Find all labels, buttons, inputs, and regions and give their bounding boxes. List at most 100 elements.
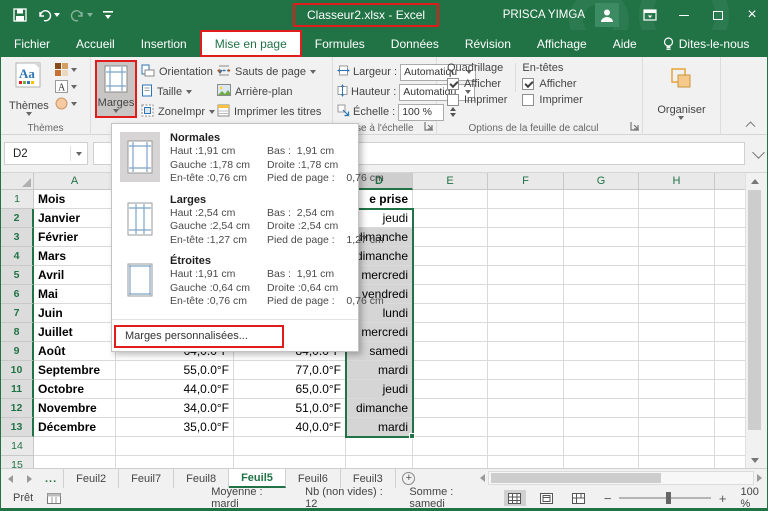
cell-E4[interactable]: [413, 247, 488, 266]
ribbon-tab-insertion[interactable]: Insertion: [128, 30, 200, 57]
cell-x15[interactable]: [715, 456, 746, 468]
cell-E5[interactable]: [413, 266, 488, 285]
cell-E10[interactable]: [413, 361, 488, 380]
column-header-A[interactable]: A: [34, 173, 116, 190]
checkbox-icon[interactable]: [522, 94, 535, 106]
cell-A15[interactable]: [34, 456, 116, 468]
vertical-scrollbar[interactable]: [745, 173, 762, 468]
cell-x3[interactable]: [715, 228, 746, 247]
arrange-button[interactable]: Organiser: [653, 63, 709, 123]
cell-F1[interactable]: [488, 190, 564, 209]
cell-B11[interactable]: 44,0.0°F: [116, 380, 234, 399]
cell-H4[interactable]: [639, 247, 715, 266]
cell-F9[interactable]: [488, 342, 564, 361]
row-header-2[interactable]: 2: [1, 209, 34, 228]
row-header-4[interactable]: 4: [1, 247, 34, 266]
cell-A4[interactable]: Mars: [34, 247, 116, 266]
cell-E3[interactable]: [413, 228, 488, 247]
hscroll-right-icon[interactable]: [754, 474, 765, 482]
cell-H2[interactable]: [639, 209, 715, 228]
cell-A2[interactable]: Janvier: [34, 209, 116, 228]
sheet-nav-left-icon[interactable]: [1, 469, 20, 488]
column-header-partial[interactable]: [715, 173, 746, 190]
cell-A1[interactable]: Mois: [34, 190, 116, 209]
column-header-E[interactable]: E: [413, 173, 488, 190]
row-header-15[interactable]: 15: [1, 456, 34, 468]
cell-E1[interactable]: [413, 190, 488, 209]
margins-button[interactable]: Marges: [95, 60, 137, 118]
cell-B15[interactable]: [116, 456, 234, 468]
undo-dropdown-caret[interactable]: [54, 13, 60, 17]
cell-D14[interactable]: [346, 437, 413, 456]
imprimer-les-titres-button[interactable]: Imprimer les titres: [217, 103, 327, 120]
cell-A12[interactable]: Novembre: [34, 399, 116, 418]
cell-F7[interactable]: [488, 304, 564, 323]
ribbon-tab-formules[interactable]: Formules: [302, 30, 378, 57]
en-t-tes-afficher-option[interactable]: Afficher: [522, 78, 582, 90]
cell-H9[interactable]: [639, 342, 715, 361]
orientation-button[interactable]: Orientation: [141, 63, 223, 80]
row-header-6[interactable]: 6: [1, 285, 34, 304]
cell-G14[interactable]: [564, 437, 639, 456]
cell-E13[interactable]: [413, 418, 488, 437]
cell-G5[interactable]: [564, 266, 639, 285]
cell-C11[interactable]: 65,0.0°F: [234, 380, 346, 399]
cell-G12[interactable]: [564, 399, 639, 418]
cell-H3[interactable]: [639, 228, 715, 247]
zoneimpr-button[interactable]: ZoneImpr: [141, 103, 216, 120]
row-header-12[interactable]: 12: [1, 399, 34, 418]
cell-F6[interactable]: [488, 285, 564, 304]
row-header-3[interactable]: 3: [1, 228, 34, 247]
cell-B14[interactable]: [116, 437, 234, 456]
cell-x1[interactable]: [715, 190, 746, 209]
cell-x8[interactable]: [715, 323, 746, 342]
close-button[interactable]: ×: [735, 0, 767, 30]
normal-view-icon[interactable]: [503, 490, 526, 506]
cell-A8[interactable]: Juillet: [34, 323, 116, 342]
zoom-in-button[interactable]: +: [719, 491, 727, 506]
cell-D15[interactable]: [346, 456, 413, 468]
cell-H1[interactable]: [639, 190, 715, 209]
cell-x5[interactable]: [715, 266, 746, 285]
cell-E14[interactable]: [413, 437, 488, 456]
select-all-button[interactable]: [1, 173, 34, 190]
row-header-9[interactable]: 9: [1, 342, 34, 361]
checkbox-icon[interactable]: [447, 94, 459, 106]
row-header-14[interactable]: 14: [1, 437, 34, 456]
cell-H6[interactable]: [639, 285, 715, 304]
cell-A5[interactable]: Avril: [34, 266, 116, 285]
cell-F4[interactable]: [488, 247, 564, 266]
cell-A14[interactable]: [34, 437, 116, 456]
checkbox-icon[interactable]: [447, 78, 459, 90]
cell-C13[interactable]: 40,0.0°F: [234, 418, 346, 437]
customize-qat-icon[interactable]: [99, 6, 117, 24]
cell-B10[interactable]: 55,0.0°F: [116, 361, 234, 380]
cell-G10[interactable]: [564, 361, 639, 380]
cell-G9[interactable]: [564, 342, 639, 361]
sheet-tab-feuil2[interactable]: Feuil2: [63, 469, 120, 488]
horizontal-scrollbar[interactable]: [477, 470, 765, 486]
cell-E9[interactable]: [413, 342, 488, 361]
page-layout-view-icon[interactable]: [536, 490, 558, 506]
row-header-5[interactable]: 5: [1, 266, 34, 285]
cell-A10[interactable]: Septembre: [34, 361, 116, 380]
user-avatar-icon[interactable]: [595, 3, 619, 27]
arri-re-plan-button[interactable]: Arrière-plan: [217, 83, 327, 100]
undo-icon[interactable]: [33, 6, 64, 25]
checkbox-icon[interactable]: [522, 78, 535, 90]
horizontal-scroll-thumb[interactable]: [491, 473, 661, 483]
minimize-button[interactable]: [667, 0, 701, 30]
cell-x10[interactable]: [715, 361, 746, 380]
cell-F15[interactable]: [488, 456, 564, 468]
row-header-8[interactable]: 8: [1, 323, 34, 342]
cell-H10[interactable]: [639, 361, 715, 380]
cell-A13[interactable]: Décembre: [34, 418, 116, 437]
hscroll-left-icon[interactable]: [477, 474, 488, 482]
cell-x11[interactable]: [715, 380, 746, 399]
sheet-tab-feuil7[interactable]: Feuil7: [119, 469, 175, 488]
cell-H13[interactable]: [639, 418, 715, 437]
cell-F2[interactable]: [488, 209, 564, 228]
cell-E8[interactable]: [413, 323, 488, 342]
quadrillage-imprimer-option[interactable]: Imprimer: [447, 94, 507, 106]
theme-fonts-button[interactable]: A: [53, 79, 79, 94]
